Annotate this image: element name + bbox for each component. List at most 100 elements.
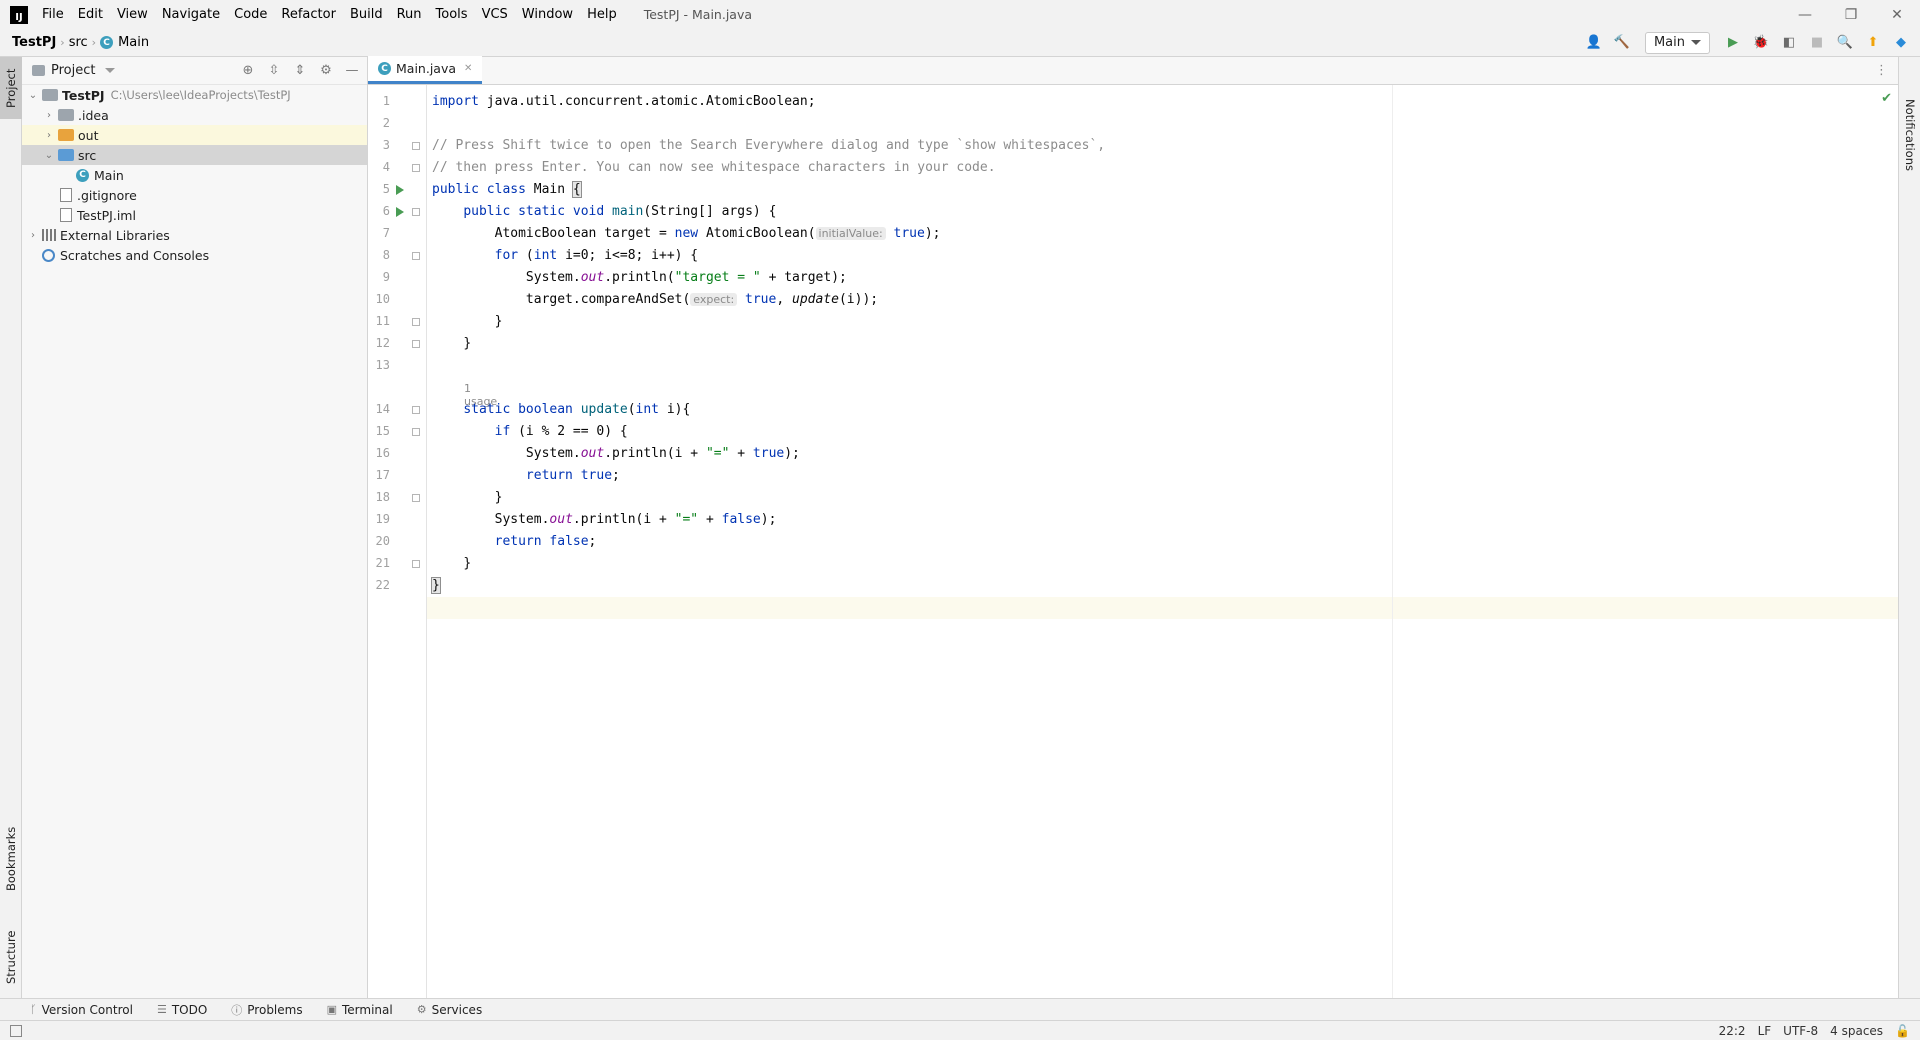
fold-marker-icon[interactable] xyxy=(412,318,420,326)
chevron-right-icon[interactable]: › xyxy=(26,230,40,241)
breadcrumb-src[interactable]: src xyxy=(65,35,92,50)
gear-icon[interactable]: ⚙ xyxy=(315,60,337,82)
run-config-selector[interactable]: Main xyxy=(1644,31,1710,54)
menu-refactor[interactable]: Refactor xyxy=(274,7,343,22)
caret-position[interactable]: 22:2 xyxy=(1719,1024,1746,1038)
tree-item-testpj[interactable]: ⌄ TestPJ C:\Users\lee\IdeaProjects\TestPJ xyxy=(22,85,367,105)
line-number[interactable]: 6 xyxy=(368,204,390,218)
hide-icon[interactable]: — xyxy=(341,60,363,82)
line-number[interactable]: 3 xyxy=(368,138,390,152)
search-icon[interactable]: 🔍 xyxy=(1834,32,1856,54)
menu-file[interactable]: File xyxy=(38,7,71,22)
tool-todo[interactable]: ☰ TODO xyxy=(157,1003,207,1017)
fold-marker-icon[interactable] xyxy=(412,208,420,216)
tool-services[interactable]: ⚙ Services xyxy=(417,1003,482,1017)
line-number[interactable]: 15 xyxy=(368,424,390,438)
line-number[interactable]: 18 xyxy=(368,490,390,504)
chevron-down-icon[interactable]: ⌄ xyxy=(42,150,56,161)
gutter-run-icon[interactable] xyxy=(396,185,404,195)
line-number[interactable]: 2 xyxy=(368,116,390,130)
menu-window[interactable]: Window xyxy=(515,7,580,22)
fold-marker-icon[interactable] xyxy=(412,406,420,414)
toolbox-icon[interactable]: ◆ xyxy=(1890,32,1912,54)
restore-icon[interactable]: ❐ xyxy=(1828,0,1874,29)
build-hammer-icon[interactable]: 🔨 xyxy=(1611,32,1633,54)
tree-item-scratches-and-consoles[interactable]: Scratches and Consoles xyxy=(22,245,367,265)
breadcrumb-main[interactable]: C Main xyxy=(96,35,153,50)
line-number[interactable]: 13 xyxy=(368,358,390,372)
project-view-selector[interactable]: Project xyxy=(51,63,95,78)
menu-code[interactable]: Code xyxy=(227,7,274,22)
line-number[interactable]: 21 xyxy=(368,556,390,570)
tree-item-idea[interactable]: › .idea xyxy=(22,105,367,125)
tool-problems[interactable]: ⓘ Problems xyxy=(231,1002,302,1018)
minimize-icon[interactable]: — xyxy=(1782,0,1828,29)
line-number[interactable]: 19 xyxy=(368,512,390,526)
line-number[interactable]: 20 xyxy=(368,534,390,548)
line-number[interactable]: 5 xyxy=(368,182,390,196)
debug-icon[interactable]: 🐞 xyxy=(1750,32,1772,54)
line-separator[interactable]: LF xyxy=(1758,1024,1772,1038)
close-window-icon[interactable]: ✕ xyxy=(1874,0,1920,29)
user-icon[interactable]: 👤 xyxy=(1583,32,1605,54)
file-encoding[interactable]: UTF-8 xyxy=(1783,1024,1818,1038)
chevron-right-icon[interactable]: › xyxy=(42,110,56,121)
fold-marker-icon[interactable] xyxy=(412,142,420,150)
tree-item-external-libraries[interactable]: › External Libraries xyxy=(22,225,367,245)
fold-marker-icon[interactable] xyxy=(412,428,420,436)
indent-setting[interactable]: 4 spaces xyxy=(1830,1024,1883,1038)
coverage-icon[interactable]: ◧ xyxy=(1778,32,1800,54)
more-tabs-icon[interactable]: ⋮ xyxy=(1865,63,1898,84)
tool-windows-toggle-icon[interactable] xyxy=(10,1024,22,1037)
tool-tab-structure[interactable]: Structure xyxy=(0,917,22,997)
locate-file-icon[interactable]: ⊕ xyxy=(237,60,259,82)
line-number[interactable]: 16 xyxy=(368,446,390,460)
tool-terminal[interactable]: ▣ Terminal xyxy=(327,1003,393,1017)
lock-icon[interactable]: 🔓 xyxy=(1895,1024,1910,1038)
line-number[interactable]: 10 xyxy=(368,292,390,306)
line-number[interactable]: 8 xyxy=(368,248,390,262)
menu-tools[interactable]: Tools xyxy=(429,7,475,22)
line-number[interactable]: 9 xyxy=(368,270,390,284)
line-number[interactable]: 1 xyxy=(368,94,390,108)
menu-help[interactable]: Help xyxy=(580,7,624,22)
tree-item-main[interactable]: C Main xyxy=(22,165,367,185)
chevron-down-icon[interactable] xyxy=(105,68,116,73)
menu-build[interactable]: Build xyxy=(343,7,390,22)
fold-marker-icon[interactable] xyxy=(412,494,420,502)
chevron-down-icon[interactable]: ⌄ xyxy=(26,90,40,101)
menu-navigate[interactable]: Navigate xyxy=(155,7,227,22)
no-problems-check-icon[interactable]: ✔ xyxy=(1881,91,1892,106)
tool-version-control[interactable]: ᚴ Version Control xyxy=(30,1003,133,1017)
line-number[interactable]: 17 xyxy=(368,468,390,482)
line-number[interactable]: 12 xyxy=(368,336,390,350)
line-number[interactable]: 22 xyxy=(368,578,390,592)
tool-tab-notifications[interactable]: Notifications xyxy=(1899,85,1920,185)
menu-view[interactable]: View xyxy=(110,7,155,22)
tool-tab-project[interactable]: Project xyxy=(0,57,22,119)
tool-tab-bookmarks[interactable]: Bookmarks xyxy=(0,819,22,899)
stop-icon[interactable]: ■ xyxy=(1806,32,1828,54)
expand-all-icon[interactable]: ⇳ xyxy=(263,60,285,82)
tree-item-testpj-iml[interactable]: TestPJ.iml xyxy=(22,205,367,225)
menu-edit[interactable]: Edit xyxy=(71,7,110,22)
tree-item-gitignore[interactable]: .gitignore xyxy=(22,185,367,205)
tree-item-out[interactable]: › out xyxy=(22,125,367,145)
line-number[interactable]: 7 xyxy=(368,226,390,240)
menu-run[interactable]: Run xyxy=(390,7,429,22)
breadcrumb-project[interactable]: TestPJ xyxy=(0,35,60,50)
collapse-all-icon[interactable]: ⇕ xyxy=(289,60,311,82)
line-number[interactable]: 14 xyxy=(368,402,390,416)
close-tab-icon[interactable]: ✕ xyxy=(464,63,472,74)
fold-marker-icon[interactable] xyxy=(412,340,420,348)
menu-vcs[interactable]: VCS xyxy=(475,7,515,22)
line-number[interactable]: 11 xyxy=(368,314,390,328)
gutter-run-icon[interactable] xyxy=(396,207,404,217)
tree-item-src[interactable]: ⌄ src xyxy=(22,145,367,165)
tab-main-java[interactable]: C Main.java ✕ xyxy=(368,56,483,84)
fold-marker-icon[interactable] xyxy=(412,252,420,260)
fold-marker-icon[interactable] xyxy=(412,560,420,568)
update-icon[interactable]: ⬆ xyxy=(1862,32,1884,54)
run-icon[interactable]: ▶ xyxy=(1722,32,1744,54)
fold-marker-icon[interactable] xyxy=(412,164,420,172)
